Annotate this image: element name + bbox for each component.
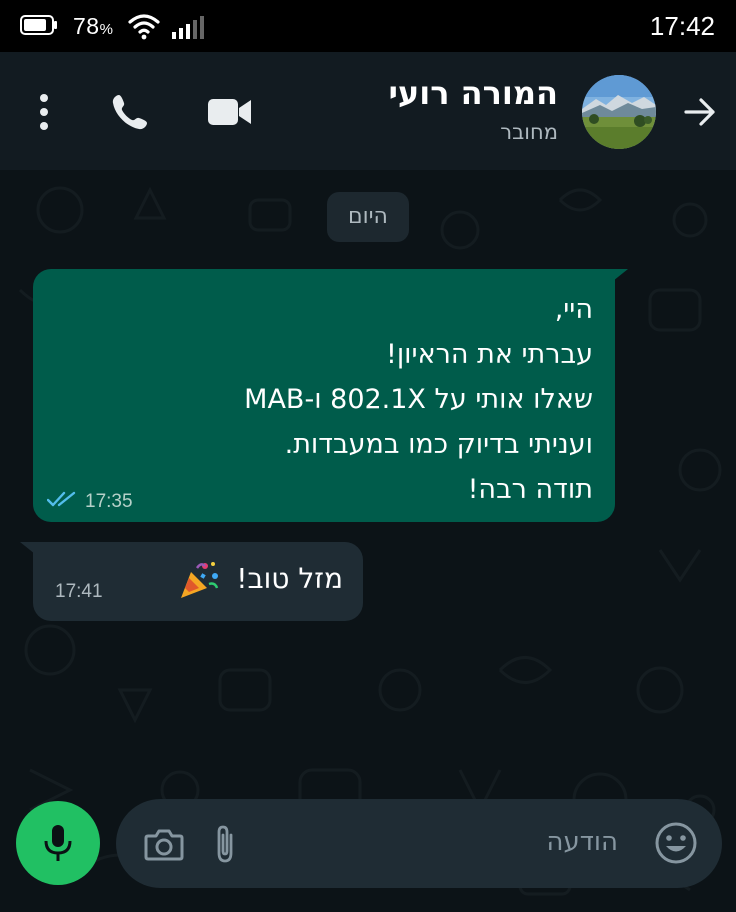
more-vert-icon[interactable] <box>30 92 58 132</box>
signal-icon <box>172 16 204 39</box>
message-text: מזל טוב! <box>236 562 343 595</box>
attach-icon[interactable] <box>212 823 238 865</box>
mic-button[interactable] <box>16 801 100 885</box>
message-time: 17:41 <box>55 581 103 602</box>
message-placeholder[interactable]: הודעה <box>546 827 618 857</box>
contact-status: מחובר <box>500 120 558 144</box>
date-chip: היום <box>327 192 409 242</box>
message-time: 17:35 <box>85 491 133 512</box>
party-popper-icon <box>181 562 219 598</box>
phone-icon[interactable] <box>110 92 150 132</box>
message-outgoing[interactable]: היי, עברתי את הראיון! שאלו אותי על 802.1… <box>33 269 615 522</box>
chat-header: המורה רועי מחובר <box>0 52 736 170</box>
status-time: 17:42 <box>649 11 715 41</box>
message-text: היי, עברתי את הראיון! שאלו אותי על 802.1… <box>244 294 593 505</box>
contact-name[interactable]: המורה רועי <box>389 74 559 112</box>
message-input[interactable]: הודעה <box>116 799 722 888</box>
video-call-icon[interactable] <box>208 97 252 127</box>
avatar[interactable] <box>582 75 656 149</box>
battery-percent: 78% <box>73 13 114 39</box>
mic-icon <box>44 825 72 861</box>
status-bar: 78% 17:42 <box>0 0 736 52</box>
emoji-icon[interactable] <box>654 821 698 865</box>
double-check-icon <box>47 491 76 507</box>
message-incoming[interactable]: מזל טוב! 17:41 <box>33 542 363 621</box>
wifi-icon <box>128 14 160 40</box>
camera-icon[interactable] <box>144 826 184 862</box>
battery-icon <box>20 15 57 35</box>
back-arrow-icon[interactable] <box>682 94 718 130</box>
